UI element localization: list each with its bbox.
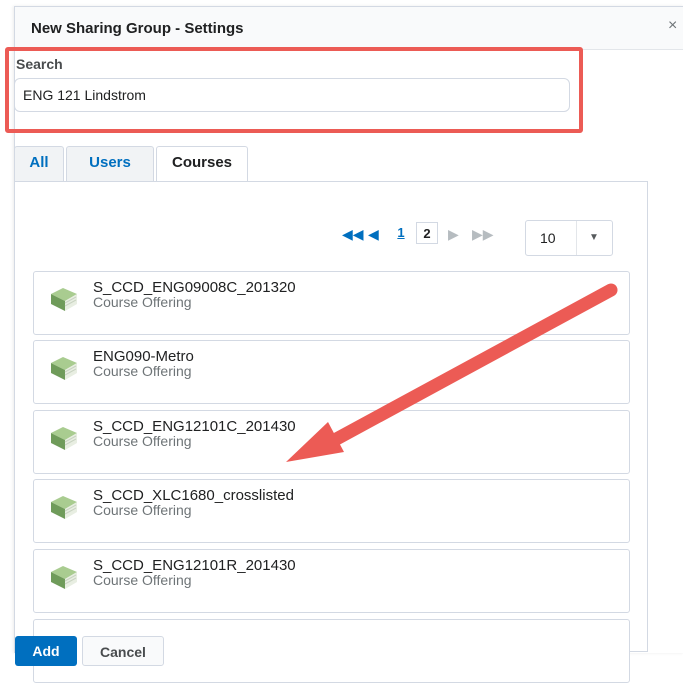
book-icon	[51, 566, 77, 589]
next-page-icon[interactable]: ▶	[448, 226, 459, 243]
dialog-titlebar: New Sharing Group - Settings ×	[15, 7, 683, 50]
course-item[interactable]: S_CCD_ENG09008C_201320 Course Offering	[33, 271, 630, 335]
course-type: Course Offering	[93, 502, 192, 518]
dialog-title: New Sharing Group - Settings	[31, 20, 244, 37]
page-size-select[interactable]: 10 ▼	[525, 220, 613, 256]
course-type: Course Offering	[93, 572, 192, 588]
book-icon	[51, 288, 77, 311]
book-icon	[51, 357, 77, 380]
course-item[interactable]: ENG090-Metro Course Offering	[33, 340, 630, 404]
add-button[interactable]: Add	[15, 636, 77, 666]
course-item[interactable]: S_CCD_XLC1680_crosslisted Course Offerin…	[33, 479, 630, 543]
page-size-value: 10	[540, 230, 556, 246]
close-icon[interactable]: ×	[668, 17, 677, 35]
tab-all[interactable]: All	[14, 146, 64, 181]
course-item[interactable]: S_CCD_ENG12101R_201430 Course Offering	[33, 549, 630, 613]
courses-panel: ◀◀ ◀ 1 2 ▶ ▶▶ 10 ▼ S_CCD_ENG09008C_20132…	[14, 181, 648, 683]
tab-courses[interactable]: Courses	[156, 146, 248, 183]
book-icon	[51, 427, 77, 450]
page-2-current: 2	[416, 222, 438, 244]
course-type: Course Offering	[93, 433, 192, 449]
prev-page-icon[interactable]: ◀	[368, 226, 379, 243]
tab-users[interactable]: Users	[66, 146, 154, 181]
chevron-down-icon: ▼	[589, 232, 599, 243]
course-type: Course Offering	[93, 294, 192, 310]
cancel-button[interactable]: Cancel	[82, 636, 164, 666]
last-page-icon[interactable]: ▶▶	[472, 226, 494, 243]
page-1-link[interactable]: 1	[390, 222, 412, 244]
course-type: Course Offering	[93, 363, 192, 379]
course-item[interactable]: S_CCD_ENG12101C_201430 Course Offering	[33, 410, 630, 474]
select-divider	[576, 221, 577, 255]
book-icon	[51, 496, 77, 519]
search-annotation-box	[5, 47, 583, 133]
first-page-icon[interactable]: ◀◀	[342, 226, 364, 243]
